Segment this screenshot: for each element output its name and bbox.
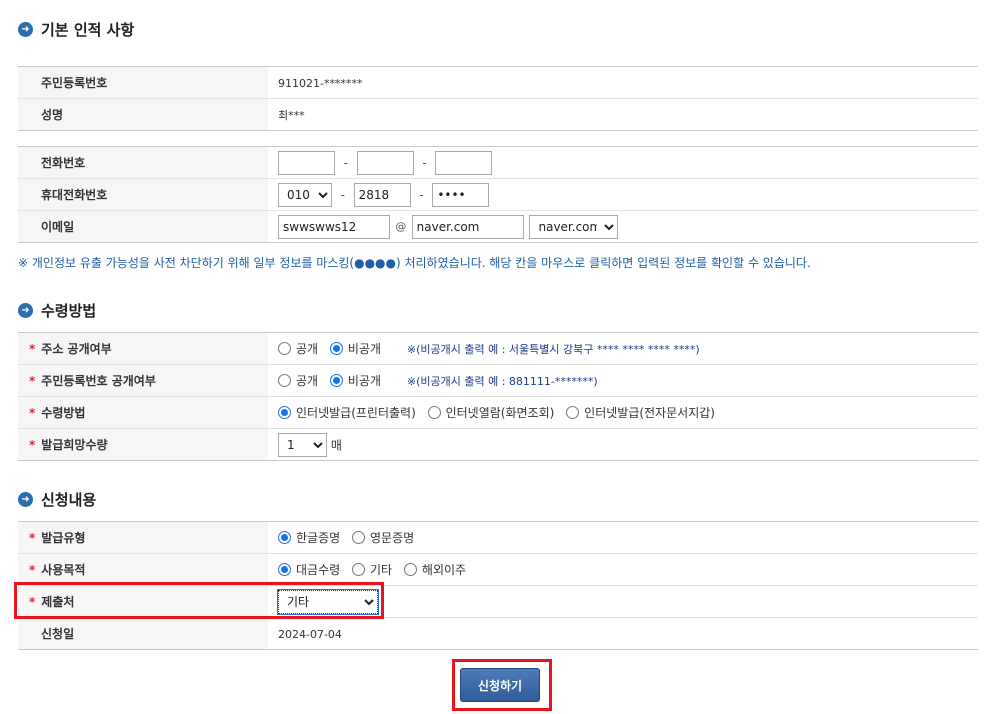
mobile-label: 휴대전화번호 xyxy=(18,178,268,211)
section-title-request: ➜ 신청내용 xyxy=(18,489,96,510)
rrn-label: 주민등록번호 xyxy=(18,66,268,99)
email-label: 이메일 xyxy=(18,210,268,243)
date-label: 신청일 xyxy=(18,617,268,650)
phone-part2-input[interactable] xyxy=(356,150,414,175)
method-label: * 수령방법 xyxy=(18,396,268,429)
masking-notice: ※ 개인정보 유출 가능성을 사전 차단하기 위해 일부 정보를 마스킹(●●●… xyxy=(18,256,811,270)
phone-part3-input[interactable] xyxy=(435,150,493,175)
email-domain-input[interactable] xyxy=(411,214,524,239)
rrn-private-radio[interactable]: 비공개 xyxy=(329,372,381,389)
highlight-submit-to xyxy=(14,582,384,619)
purpose-other-radio[interactable]: 기타 xyxy=(352,561,392,578)
qty-unit: 매 xyxy=(330,438,342,452)
email-id-input[interactable] xyxy=(278,214,390,239)
purpose-label: * 사용목적 xyxy=(18,553,268,586)
rrn-public-label: * 주민등록번호 공개여부 xyxy=(18,364,268,397)
date-value: 2024-07-04 xyxy=(278,627,342,641)
arrow-right-icon: ➜ xyxy=(18,492,33,507)
mobile-last-input[interactable] xyxy=(432,182,490,207)
at-sign: @ xyxy=(395,220,407,233)
rrn-value: 911021-******* xyxy=(278,76,363,90)
arrow-right-icon: ➜ xyxy=(18,22,33,37)
mobile-prefix-select[interactable]: 010 xyxy=(278,182,332,207)
qty-select[interactable]: 1 xyxy=(278,432,327,457)
method-internet-view-radio[interactable]: 인터넷열람(화면조회) xyxy=(427,404,554,421)
submit-button[interactable]: 신청하기 xyxy=(460,668,540,702)
method-e-wallet-radio[interactable]: 인터넷발급(전자문서지갑) xyxy=(566,404,715,421)
method-internet-print-radio[interactable]: 인터넷발급(프린터출력) xyxy=(278,404,416,421)
type-english-radio[interactable]: 영문증명 xyxy=(352,529,414,546)
phone-label: 전화번호 xyxy=(18,146,268,179)
name-label: 성명 xyxy=(18,98,268,131)
section-title-basic: ➜ 기본 인적 사항 xyxy=(18,19,134,40)
addr-public-radio[interactable]: 공개 xyxy=(278,340,318,357)
rrn-note: ※(비공개시 출력 예 : 881111-*******) xyxy=(406,374,598,388)
receive-table: * 주소 공개여부 공개 비공개 ※(비공개시 출력 예 : 서울특별시 강북구 … xyxy=(18,332,978,461)
purpose-emigration-radio[interactable]: 해외이주 xyxy=(403,561,466,578)
qty-label: * 발급희망수량 xyxy=(18,428,268,461)
basic-info-table: 주민등록번호 911021-******* 성명 최*** xyxy=(18,66,978,131)
arrow-right-icon: ➜ xyxy=(18,303,33,318)
contact-table: 전화번호 - - 휴대전화번호 010 - - 이메일 @ naver.com xyxy=(18,146,978,243)
phone-part1-input[interactable] xyxy=(278,150,335,175)
required-mark: * xyxy=(29,342,36,356)
addr-private-radio[interactable]: 비공개 xyxy=(329,340,381,357)
type-korean-radio[interactable]: 한글증명 xyxy=(278,529,340,546)
mobile-mid-input[interactable] xyxy=(353,182,411,207)
type-label: * 발급유형 xyxy=(18,521,268,554)
name-value: 최*** xyxy=(278,108,305,122)
addr-note: ※(비공개시 출력 예 : 서울특별시 강북구 **** **** **** *… xyxy=(406,342,700,356)
rrn-public-radio[interactable]: 공개 xyxy=(278,372,318,389)
addr-public-label: * 주소 공개여부 xyxy=(18,332,268,365)
purpose-payment-radio[interactable]: 대금수령 xyxy=(278,561,340,578)
section-title-receive: ➜ 수령방법 xyxy=(18,300,96,321)
email-domain-select[interactable]: naver.com xyxy=(529,214,619,239)
